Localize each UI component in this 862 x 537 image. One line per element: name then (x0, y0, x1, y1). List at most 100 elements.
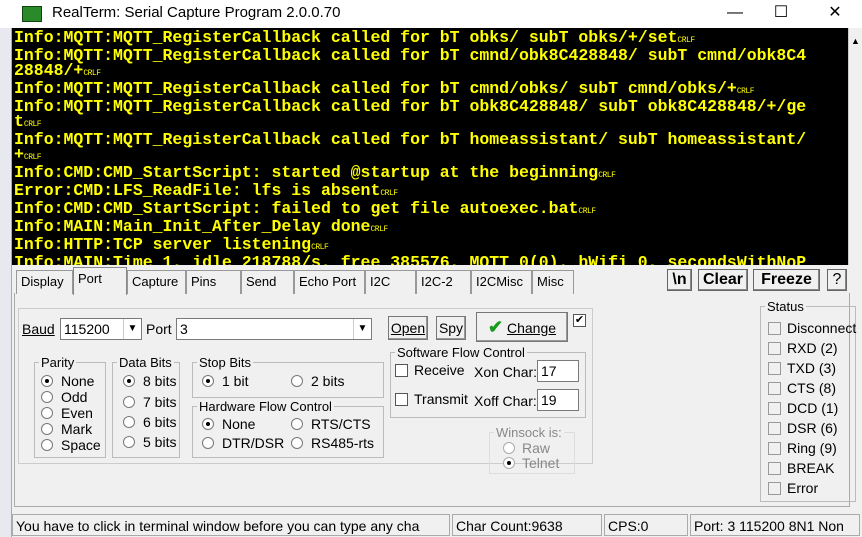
status-item-label: Error (787, 480, 819, 496)
crlf-marker: CRLF (598, 171, 616, 180)
hwflow-option-label: DTR/DSR (222, 435, 285, 451)
status-led-dcd (768, 402, 781, 415)
port-status: Port: 3 115200 8N1 Non (690, 514, 860, 536)
winsock-radio[interactable] (503, 457, 515, 469)
xoff-input[interactable]: 19 (537, 389, 579, 411)
tab-echo-port[interactable]: Echo Port (294, 270, 365, 294)
databits-radio[interactable] (123, 416, 135, 428)
tab-i2c[interactable]: I2C (365, 270, 416, 294)
databits-option-label: 8 bits (143, 373, 177, 389)
terminal-line: Info:MQTT:MQTT_RegisterCallback called f… (14, 98, 848, 115)
app-icon (22, 6, 42, 22)
status-bar: You have to click in terminal window bef… (12, 512, 862, 537)
status-title: Status (765, 299, 806, 314)
crlf-marker: CRLF (380, 189, 398, 198)
status-led-cts (768, 382, 781, 395)
clear-button[interactable]: Clear (698, 269, 748, 291)
parity-option-label: Space (61, 437, 101, 453)
port-value: 3 (180, 321, 188, 337)
parity-radio[interactable] (41, 423, 53, 435)
change-button[interactable]: ✔ Change (476, 312, 568, 342)
status-led-ring (768, 442, 781, 455)
parity-radio[interactable] (41, 439, 53, 451)
hwflow-radio[interactable] (291, 418, 303, 430)
baud-value: 115200 (64, 321, 110, 337)
stopbits-radio[interactable] (202, 375, 214, 387)
status-led-break (768, 462, 781, 475)
freeze-button[interactable]: Freeze (753, 269, 820, 291)
tab-send[interactable]: Send (241, 270, 294, 294)
status-item-label: Ring (9) (787, 440, 837, 456)
tab-i2c-2[interactable]: I2C-2 (416, 270, 471, 294)
status-item-label: DSR (6) (787, 420, 838, 436)
open-button[interactable]: Open (388, 316, 428, 340)
terminal-line-text: Info:MQTT:MQTT_RegisterCallback called f… (14, 130, 807, 149)
parity-option-label: None (61, 373, 95, 389)
receive-label: Receive (414, 362, 465, 378)
swflow-title: Software Flow Control (395, 345, 527, 360)
terminal-line-text: Info:CMD:CMD_StartScript: failed to get … (14, 199, 579, 218)
minimize-button[interactable]: — (712, 0, 758, 28)
databits-radio[interactable] (123, 396, 135, 408)
databits-title: Data Bits (117, 355, 174, 370)
chevron-down-icon: ▼ (123, 319, 141, 339)
tab-pins[interactable]: Pins (186, 270, 241, 294)
databits-radio[interactable] (123, 375, 135, 387)
parity-radio[interactable] (41, 407, 53, 419)
crlf-marker: CRLF (736, 87, 755, 96)
xon-input[interactable]: 17 (537, 360, 579, 382)
status-led-error (768, 482, 781, 495)
tab-display[interactable]: Display (16, 270, 73, 294)
tab-port[interactable]: Port (73, 267, 127, 295)
stopbits-option-label: 1 bit (222, 373, 249, 389)
terminal-line-text: Info:MAIN:Main_Init_After_Delay done (14, 217, 371, 236)
maximize-button[interactable]: ☐ (758, 0, 804, 28)
newline-button[interactable]: \n (667, 269, 692, 291)
transmit-label: Transmit (414, 391, 468, 407)
hwflow-radio[interactable] (291, 437, 303, 449)
terminal-scrollbar[interactable]: ▲ (848, 28, 862, 265)
close-button[interactable]: ✕ (812, 0, 858, 28)
terminal-line: Info:MQTT:MQTT_RegisterCallback called f… (14, 47, 848, 64)
status-hint: You have to click in terminal window bef… (12, 514, 450, 536)
tab-i2cmisc[interactable]: I2CMisc (471, 270, 532, 294)
hwflow-radio[interactable] (202, 418, 214, 430)
terminal-output[interactable]: Info:MQTT:MQTT_RegisterCallback called f… (12, 28, 848, 265)
port-select[interactable]: 3 ▼ (176, 318, 372, 340)
tab-misc[interactable]: Misc (532, 270, 574, 294)
hwflow-option-label: RS485-rts (311, 435, 375, 451)
status-item-label: RXD (2) (787, 340, 838, 356)
databits-option-label: 5 bits (143, 434, 177, 450)
change-checkbox[interactable]: ✔ (573, 314, 586, 327)
xon-label: Xon Char: (474, 364, 538, 380)
status-item-label: Disconnect (787, 320, 857, 336)
receive-checkbox[interactable] (395, 364, 408, 377)
status-led-dsr (768, 422, 781, 435)
stopbits-radio[interactable] (291, 375, 303, 387)
scroll-up-icon[interactable]: ▲ (849, 36, 862, 46)
transmit-checkbox[interactable] (395, 393, 408, 406)
databits-radio[interactable] (123, 436, 135, 448)
terminal-line-text: 28848/+ (14, 61, 84, 80)
hwflow-radio[interactable] (202, 437, 214, 449)
tab-capture[interactable]: Capture (127, 270, 186, 294)
change-label: Change (506, 320, 557, 336)
crlf-marker: CRLF (677, 36, 695, 45)
parity-radio[interactable] (41, 375, 53, 387)
baud-select[interactable]: 115200 ▼ (60, 318, 142, 340)
parity-option-label: Mark (61, 421, 93, 437)
stopbits-option-label: 2 bits (311, 373, 345, 389)
parity-radio[interactable] (41, 391, 53, 403)
spy-button[interactable]: Spy (436, 316, 466, 340)
crlf-marker: CRLF (311, 243, 329, 252)
title-bar: RealTerm: Serial Capture Program 2.0.0.7… (0, 0, 862, 28)
winsock-option-label: Raw (522, 440, 551, 456)
terminal-line-text: + (14, 145, 24, 164)
terminal-line-text: Info:CMD:CMD_StartScript: started @start… (14, 163, 599, 182)
databits-option-label: 6 bits (143, 414, 177, 430)
parity-title: Parity (39, 355, 77, 370)
winsock-radio[interactable] (503, 442, 515, 454)
help-button[interactable]: ? (827, 269, 847, 291)
xoff-label: Xoff Char: (474, 393, 537, 409)
terminal-line-text: Info:MQTT:MQTT_RegisterCallback called f… (14, 28, 678, 47)
